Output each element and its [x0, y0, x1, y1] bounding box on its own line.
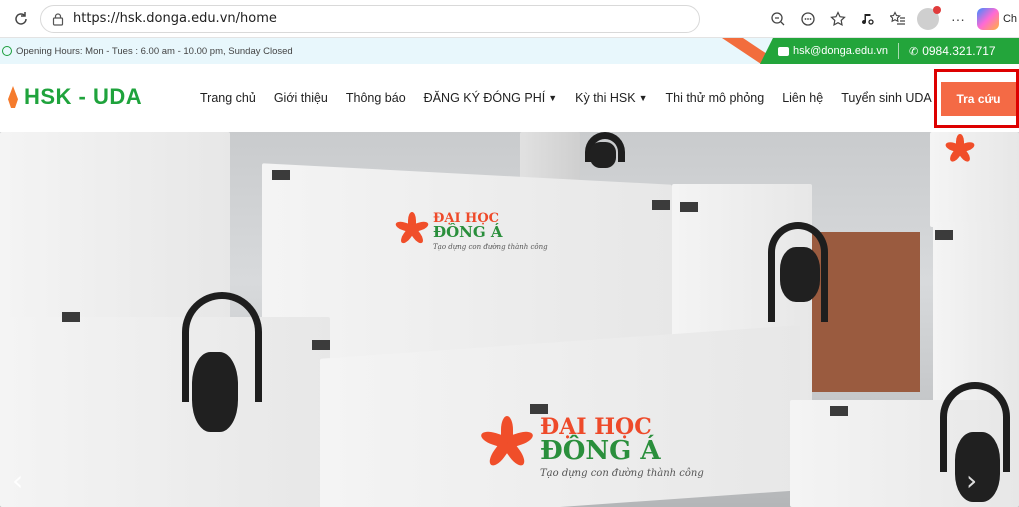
phone-text[interactable]: 0984.321.717: [922, 44, 995, 58]
url-text[interactable]: https://hsk.donga.edu.vn/home: [73, 11, 277, 26]
email-link[interactable]: hsk@donga.edu.vn: [778, 45, 888, 57]
brand-mark-large: ĐẠI HỌC ĐÔNG Á Tạo dựng con đường thành …: [479, 414, 704, 479]
brand-tagline: Tạo dựng con đường thành công: [540, 468, 704, 479]
nav-item-admissions[interactable]: Tuyển sinh UDA: [841, 91, 932, 105]
headset-icon: [590, 142, 616, 168]
opening-hours-text: Opening Hours: Mon - Tues : 6.00 am - 10…: [16, 45, 293, 57]
brand-line1: ĐẠI HỌC: [540, 414, 652, 440]
nav-label[interactable]: Giới thiệu: [274, 91, 328, 105]
refresh-icon[interactable]: [8, 6, 34, 32]
nav-item-about[interactable]: Giới thiệu: [274, 91, 328, 105]
panel-clip: [652, 200, 670, 210]
main-nav: Trang chủ Giới thiệu Thông báo ĐĂNG KÝ Đ…: [200, 64, 950, 132]
browser-toolbar: https://hsk.donga.edu.vn/home ··· Ch: [0, 0, 1019, 38]
panel-clip: [680, 202, 698, 212]
site-header: HSK - UDA Trang chủ Giới thiệu Thông báo…: [0, 64, 1019, 132]
headset-icon: [192, 352, 238, 432]
booth-panel: [520, 132, 580, 182]
brand-tagline: Tạo dựng con đường thành công: [433, 243, 548, 251]
flower-logo-icon: [944, 134, 976, 164]
brand-mark-small: ĐẠI HỌC ĐÔNG Á Tạo dựng con đường thành …: [394, 212, 548, 251]
nav-label[interactable]: Liên hệ: [782, 91, 823, 105]
flower-logo-icon: [394, 212, 430, 246]
favorites-list-icon[interactable]: [885, 6, 911, 32]
slider-prev-icon[interactable]: ‹: [12, 464, 23, 497]
brand-line2: ĐÔNG Á: [433, 223, 503, 241]
nav-label[interactable]: Thông báo: [346, 91, 406, 105]
nav-label[interactable]: Trang chủ: [200, 91, 256, 105]
address-bar[interactable]: https://hsk.donga.edu.vn/home: [40, 4, 700, 33]
caret-down-icon[interactable]: ▼: [639, 93, 648, 103]
panel-clip: [830, 406, 848, 416]
panel-clip: [530, 404, 548, 414]
nav-item-mock-test[interactable]: Thi thử mô phỏng: [666, 91, 765, 105]
panel-clip: [935, 230, 953, 240]
brand-line2: ĐÔNG Á: [540, 436, 661, 466]
nav-item-hsk-exam[interactable]: Kỳ thi HSK ▼: [575, 91, 647, 105]
email-text[interactable]: hsk@donga.edu.vn: [793, 45, 888, 57]
nav-label[interactable]: ĐĂNG KÝ ĐÓNG PHÍ: [424, 91, 546, 105]
more-tools-icon[interactable]: [795, 6, 821, 32]
settings-more-icon[interactable]: ···: [945, 6, 971, 32]
contact-strip: hsk@donga.edu.vn ✆ 0984.321.717: [760, 38, 1019, 64]
nav-label[interactable]: Thi thử mô phỏng: [666, 91, 765, 105]
copilot-icon[interactable]: [975, 6, 1001, 32]
copilot-label[interactable]: Ch: [1003, 13, 1017, 25]
nav-label[interactable]: Tuyển sinh UDA: [841, 91, 932, 105]
favorite-star-icon[interactable]: [825, 6, 851, 32]
home-mail-icon: [778, 46, 789, 56]
panel-clip: [62, 312, 80, 322]
booth-panel: [0, 317, 330, 507]
flame-logo-icon: [8, 86, 18, 108]
slider-next-icon[interactable]: ›: [966, 464, 977, 497]
nav-item-announcements[interactable]: Thông báo: [346, 91, 406, 105]
nav-item-home[interactable]: Trang chủ: [200, 91, 256, 105]
nav-label[interactable]: Kỳ thi HSK: [575, 91, 635, 105]
panel-clip: [312, 340, 330, 350]
clock-icon: [2, 46, 12, 56]
lookup-button[interactable]: Tra cứu: [941, 82, 1016, 116]
phone-link[interactable]: ✆ 0984.321.717: [909, 44, 996, 58]
contact-divider: [897, 43, 899, 59]
flower-logo-icon: [479, 416, 535, 470]
nav-item-contact[interactable]: Liên hệ: [782, 91, 823, 105]
zoom-icon[interactable]: [765, 6, 791, 32]
caret-down-icon[interactable]: ▼: [548, 93, 557, 103]
panel-clip: [272, 170, 290, 180]
nav-item-fee-registration[interactable]: ĐĂNG KÝ ĐÓNG PHÍ ▼: [424, 91, 557, 105]
lock-icon[interactable]: [49, 10, 67, 28]
logo-text[interactable]: HSK - UDA: [24, 84, 142, 110]
phone-icon: ✆: [908, 45, 919, 58]
opening-hours: Opening Hours: Mon - Tues : 6.00 am - 10…: [2, 38, 293, 64]
music-extension-icon[interactable]: [855, 6, 881, 32]
brand-mark-partial: [944, 134, 976, 164]
profile-avatar-icon[interactable]: [915, 6, 941, 32]
site-logo[interactable]: HSK - UDA: [8, 84, 142, 110]
headset-icon: [955, 432, 1000, 502]
headset-icon: [780, 247, 820, 302]
hero-slider: ĐẠI HỌC ĐÔNG Á Tạo dựng con đường thành …: [0, 132, 1019, 507]
